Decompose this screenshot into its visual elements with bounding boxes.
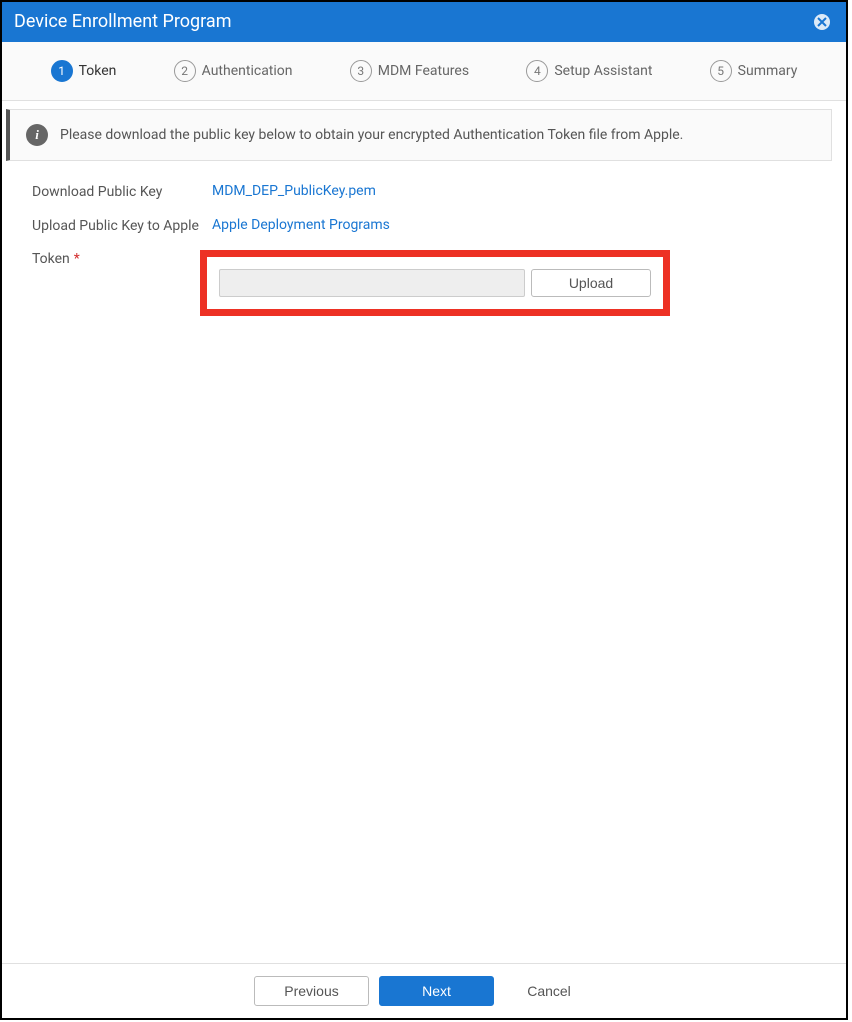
info-icon: i — [26, 124, 48, 146]
apple-deployment-programs-link[interactable]: Apple Deployment Programs — [212, 217, 390, 233]
info-banner: i Please download the public key below t… — [6, 109, 832, 161]
token-highlight: Upload — [200, 250, 670, 316]
token-row: Token* Upload — [32, 250, 816, 316]
dialog-header: Device Enrollment Program — [2, 2, 846, 42]
step-summary[interactable]: 5 Summary — [710, 60, 798, 82]
step-token[interactable]: 1 Token — [51, 60, 117, 82]
token-label-text: Token — [32, 251, 70, 267]
form-area: Download Public Key MDM_DEP_PublicKey.pe… — [2, 169, 846, 963]
token-label: Token* — [32, 250, 212, 270]
step-label: Summary — [738, 63, 798, 79]
close-icon — [817, 17, 827, 27]
dialog-footer: Previous Next Cancel — [2, 963, 846, 1018]
close-button[interactable] — [814, 14, 830, 30]
upload-public-key-label: Upload Public Key to Apple — [32, 217, 212, 237]
step-number: 2 — [174, 60, 196, 82]
step-label: MDM Features — [378, 63, 469, 79]
step-label: Authentication — [202, 63, 293, 79]
step-setup-assistant[interactable]: 4 Setup Assistant — [526, 60, 652, 82]
step-number: 5 — [710, 60, 732, 82]
previous-button[interactable]: Previous — [254, 976, 369, 1006]
upload-public-key-row: Upload Public Key to Apple Apple Deploym… — [32, 217, 816, 237]
step-number: 3 — [350, 60, 372, 82]
token-input[interactable] — [219, 269, 525, 297]
cancel-button[interactable]: Cancel — [504, 976, 594, 1006]
wizard-steps: 1 Token 2 Authentication 3 MDM Features … — [2, 42, 846, 101]
upload-button[interactable]: Upload — [531, 269, 651, 297]
download-public-key-label: Download Public Key — [32, 183, 212, 203]
required-indicator: * — [74, 251, 80, 267]
next-button[interactable]: Next — [379, 976, 494, 1006]
dialog: Device Enrollment Program 1 Token 2 Auth… — [0, 0, 848, 1020]
step-mdm-features[interactable]: 3 MDM Features — [350, 60, 469, 82]
dialog-title: Device Enrollment Program — [14, 11, 232, 32]
step-label: Setup Assistant — [554, 63, 652, 79]
step-label: Token — [79, 63, 117, 79]
download-public-key-link[interactable]: MDM_DEP_PublicKey.pem — [212, 183, 376, 199]
step-authentication[interactable]: 2 Authentication — [174, 60, 293, 82]
info-text: Please download the public key below to … — [60, 127, 683, 143]
step-number: 1 — [51, 60, 73, 82]
step-number: 4 — [526, 60, 548, 82]
download-public-key-row: Download Public Key MDM_DEP_PublicKey.pe… — [32, 183, 816, 203]
